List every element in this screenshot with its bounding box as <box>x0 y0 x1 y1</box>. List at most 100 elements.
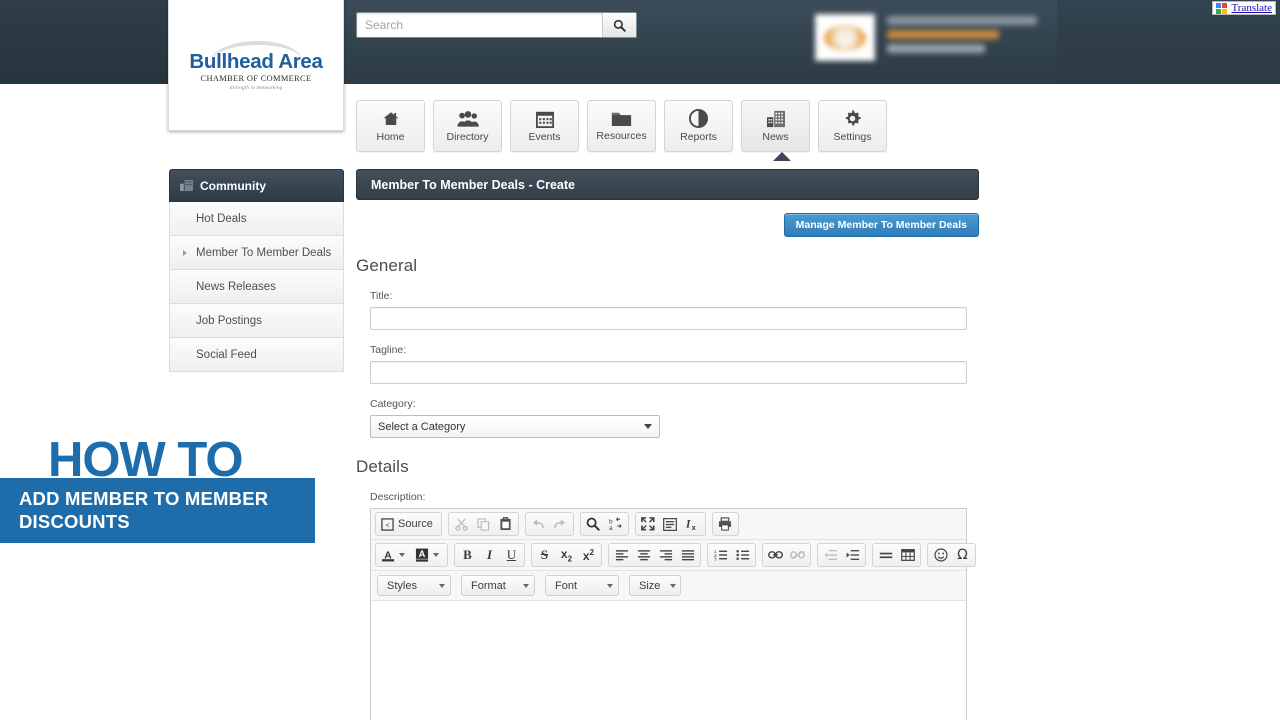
sidebar: Community Hot Deals Member To Member Dea… <box>169 169 344 372</box>
chevron-right-icon <box>183 249 187 256</box>
find-button[interactable] <box>583 514 604 534</box>
search-bar <box>356 12 637 38</box>
italic-button[interactable]: I <box>479 545 500 565</box>
logo-swoosh-icon <box>210 37 302 57</box>
source-button[interactable]: < Source <box>378 514 439 534</box>
special-char-button[interactable]: Ω <box>952 545 973 565</box>
outdent-button[interactable] <box>820 545 841 565</box>
nav-tab-directory[interactable]: Directory <box>433 100 502 152</box>
sidebar-item-member-to-member-deals[interactable]: Member To Member Deals <box>169 236 344 270</box>
remove-format-button[interactable]: I x <box>682 514 703 534</box>
editor-toolbar-row-1: < Source b a I x <box>371 509 966 540</box>
show-blocks-button[interactable] <box>660 514 681 534</box>
search-input[interactable] <box>357 13 602 37</box>
smiley-icon <box>933 548 948 562</box>
align-justify-button[interactable] <box>677 545 698 565</box>
magnifier-icon <box>586 517 601 531</box>
print-button[interactable] <box>715 514 736 534</box>
header-left-panel <box>0 0 168 84</box>
cut-button[interactable] <box>451 514 472 534</box>
category-select[interactable]: Select a Category <box>370 415 660 438</box>
site-logo[interactable]: Bullhead Area CHAMBER OF COMMERCE Streng… <box>168 0 344 131</box>
page-actions: Manage Member To Member Deals <box>356 200 979 237</box>
category-label: Category: <box>370 398 416 410</box>
editor-content-area[interactable] <box>371 601 966 720</box>
align-left-button[interactable] <box>611 545 632 565</box>
toolbar-group-print <box>711 512 739 536</box>
toolbar-group-insert <box>872 543 921 567</box>
nav-tab-events[interactable]: Events <box>510 100 579 152</box>
nav-tab-reports[interactable]: Reports <box>664 100 733 152</box>
gear-icon <box>845 110 861 126</box>
outdent-icon <box>824 550 837 560</box>
align-center-button[interactable] <box>633 545 654 565</box>
sidebar-item-hot-deals[interactable]: Hot Deals <box>169 202 344 236</box>
table-button[interactable] <box>897 545 918 565</box>
svg-text:3: 3 <box>714 557 717 561</box>
toolbar-group-basic-styles: B I U <box>454 543 525 567</box>
bulleted-list-icon <box>736 550 749 560</box>
source-icon: < <box>381 517 394 531</box>
toolbar-group-find: b a <box>579 512 629 536</box>
undo-button[interactable] <box>528 514 549 534</box>
unlink-button[interactable] <box>787 545 808 565</box>
nav-tab-home[interactable]: Home <box>356 100 425 152</box>
nav-label: News <box>762 130 789 143</box>
manage-member-to-member-deals-button[interactable]: Manage Member To Member Deals <box>783 213 979 237</box>
sidebar-item-job-postings[interactable]: Job Postings <box>169 304 344 338</box>
font-combo[interactable]: Font <box>545 575 619 596</box>
chevron-down-icon <box>523 583 529 588</box>
bold-button[interactable]: B <box>457 545 478 565</box>
search-button[interactable] <box>602 13 636 37</box>
link-button[interactable] <box>765 545 786 565</box>
toolbar-group-special: Ω <box>927 543 976 567</box>
replace-button[interactable]: b a <box>605 514 626 534</box>
editor-toolbar-row-3: Styles Format Font Size <box>371 571 966 601</box>
size-combo[interactable]: Size <box>629 575 681 596</box>
bg-color-button[interactable]: A <box>412 545 445 565</box>
horizontal-rule-button[interactable] <box>875 545 896 565</box>
nav-label: Directory <box>446 130 489 143</box>
toolbar-group-align <box>608 543 701 567</box>
superscript-button[interactable]: x2 <box>578 545 599 565</box>
redo-button[interactable] <box>550 514 571 534</box>
nav-label: Home <box>376 130 405 143</box>
subscript-button[interactable]: x2 <box>556 545 577 565</box>
align-right-button[interactable] <box>655 545 676 565</box>
title-input[interactable] <box>370 307 967 330</box>
maximize-button[interactable] <box>638 514 659 534</box>
indent-button[interactable] <box>842 545 863 565</box>
field-tagline: Tagline: <box>356 344 979 384</box>
text-color-icon: A <box>381 550 395 562</box>
people-icon <box>456 110 479 127</box>
pie-chart-icon <box>689 109 708 128</box>
folder-icon <box>611 112 632 126</box>
styles-combo-label: Styles <box>387 579 417 592</box>
home-icon <box>383 111 398 125</box>
sidebar-item-social-feed[interactable]: Social Feed <box>169 338 344 372</box>
rich-text-editor: < Source b a I x A A B I U S x2 x2 1 2 3… <box>370 508 976 720</box>
format-combo-label: Format <box>471 579 506 592</box>
logo-line-2: CHAMBER OF COMMERCE <box>200 74 312 84</box>
strike-button[interactable]: S <box>534 545 555 565</box>
indent-icon <box>846 550 859 560</box>
nav-tab-news[interactable]: News <box>741 100 810 152</box>
tagline-input[interactable] <box>370 361 967 384</box>
toolbar-group-clipboard <box>447 512 519 536</box>
styles-combo[interactable]: Styles <box>377 575 451 596</box>
format-combo[interactable]: Format <box>461 575 535 596</box>
svg-text:a: a <box>609 525 613 531</box>
bulleted-list-button[interactable] <box>732 545 753 565</box>
text-color-button[interactable]: A <box>378 545 411 565</box>
nav-tab-settings[interactable]: Settings <box>818 100 887 152</box>
paste-button[interactable] <box>495 514 516 534</box>
nav-tab-resources[interactable]: Resources <box>587 100 656 152</box>
account-area[interactable] <box>815 12 1045 66</box>
smiley-button[interactable] <box>930 545 951 565</box>
underline-button[interactable]: U <box>501 545 522 565</box>
copy-button[interactable] <box>473 514 494 534</box>
translate-badge[interactable]: Translate <box>1212 1 1276 15</box>
category-selected-value: Select a Category <box>378 420 466 433</box>
numbered-list-button[interactable]: 1 2 3 <box>710 545 731 565</box>
sidebar-item-news-releases[interactable]: News Releases <box>169 270 344 304</box>
